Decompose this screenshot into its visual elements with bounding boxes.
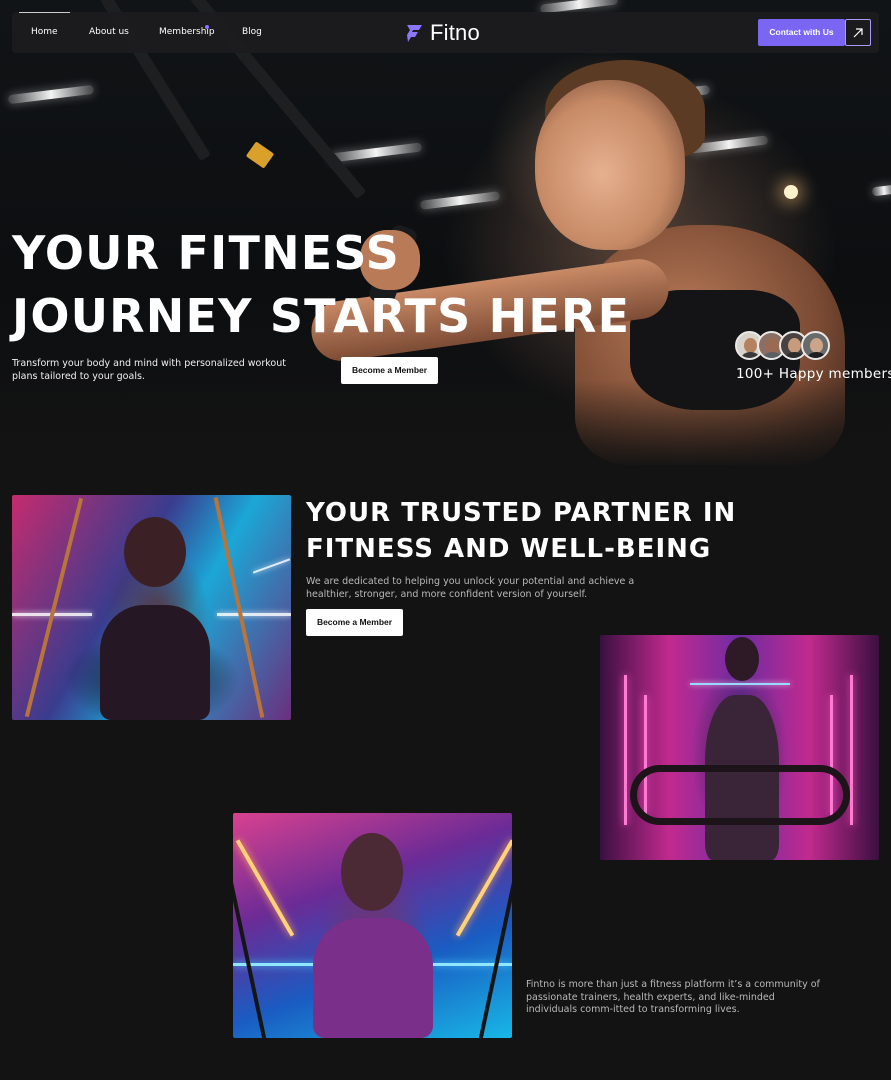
arrow-up-right-icon (853, 27, 863, 37)
brand-name: Fitno (430, 19, 480, 45)
hero-title-line-1: YOUR FITNESS (12, 226, 400, 280)
happy-members-count: 100+ Happy members (736, 366, 891, 382)
ceiling-light (871, 184, 891, 197)
contact-arrow-button[interactable] (845, 19, 871, 46)
hero-title-line-2: JOURNEY STARTS HERE (12, 289, 631, 343)
about-subtitle: We are dedicated to helping you unlock y… (306, 576, 635, 600)
top-navbar: Home About us Membership Blog Fitno Cont… (12, 12, 879, 53)
about-title-line-1: YOUR TRUSTED PARTNER IN (306, 498, 737, 528)
trx-training-image (233, 813, 512, 1038)
contact-button[interactable]: Contact with Us (758, 19, 845, 46)
about-become-member-button[interactable]: Become a Member (306, 609, 403, 636)
about-title: YOUR TRUSTED PARTNER IN FITNESS AND WELL… (306, 495, 866, 567)
nav-about-us[interactable]: About us (89, 12, 129, 53)
nav-home[interactable]: Home (19, 12, 69, 53)
ceiling-light (7, 84, 95, 105)
community-description: Fintno is more than just a fitness platf… (526, 979, 820, 1015)
battle-ropes-climb-image (12, 495, 291, 720)
avatar (801, 331, 830, 360)
ceiling-light (329, 142, 423, 163)
nav-membership[interactable]: Membership (159, 12, 215, 53)
bolt-f-icon (407, 24, 422, 42)
battle-ropes-image (600, 635, 879, 860)
hero-title: YOUR FITNESS JOURNEY STARTS HERE (12, 222, 632, 348)
hero-subtitle: Transform your body and mind with person… (12, 358, 286, 382)
trx-clip (245, 141, 275, 169)
nav-indicator-dot (205, 25, 209, 29)
member-avatars (735, 331, 835, 361)
about-title-line-2: FITNESS AND WELL-BEING (306, 534, 712, 564)
hero-become-member-button[interactable]: Become a Member (341, 357, 438, 384)
brand-logo[interactable]: Fitno (404, 19, 480, 46)
nav-blog[interactable]: Blog (242, 12, 262, 53)
